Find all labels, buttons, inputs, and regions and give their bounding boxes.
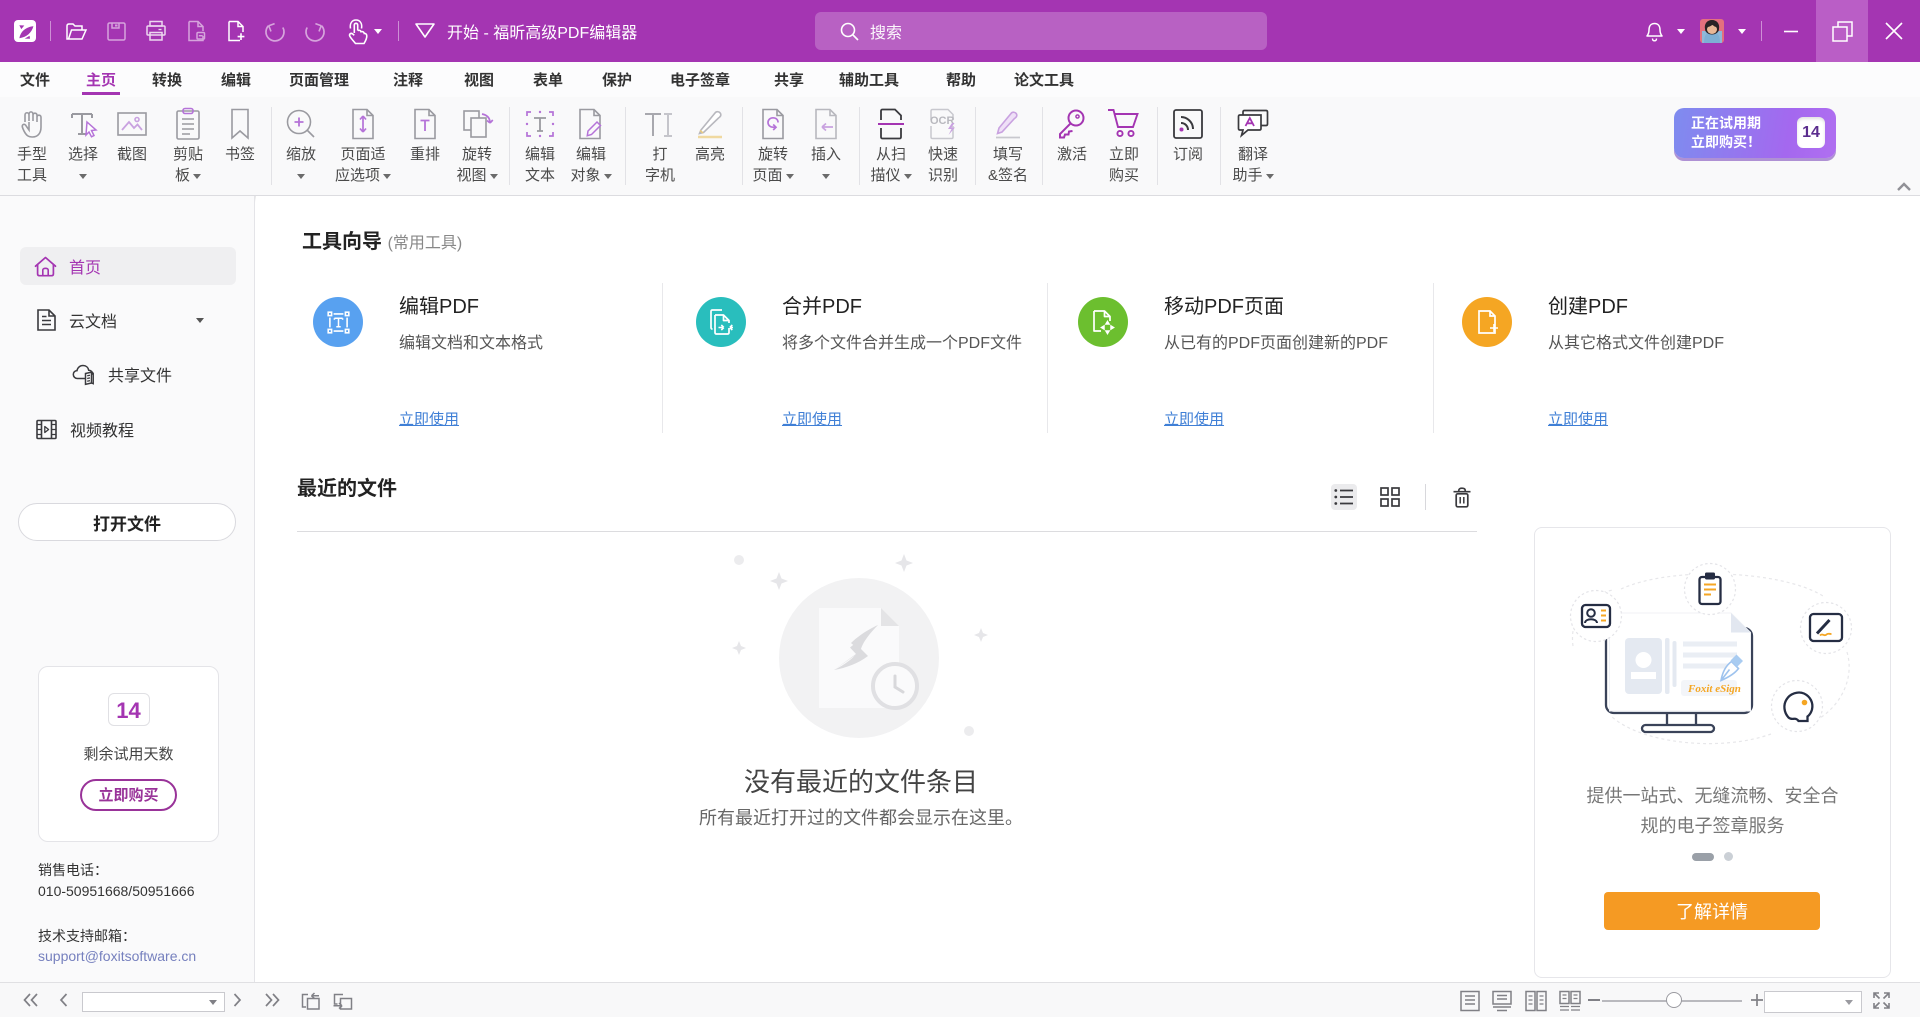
svg-text:Foxit eSign: Foxit eSign [1687, 683, 1741, 695]
